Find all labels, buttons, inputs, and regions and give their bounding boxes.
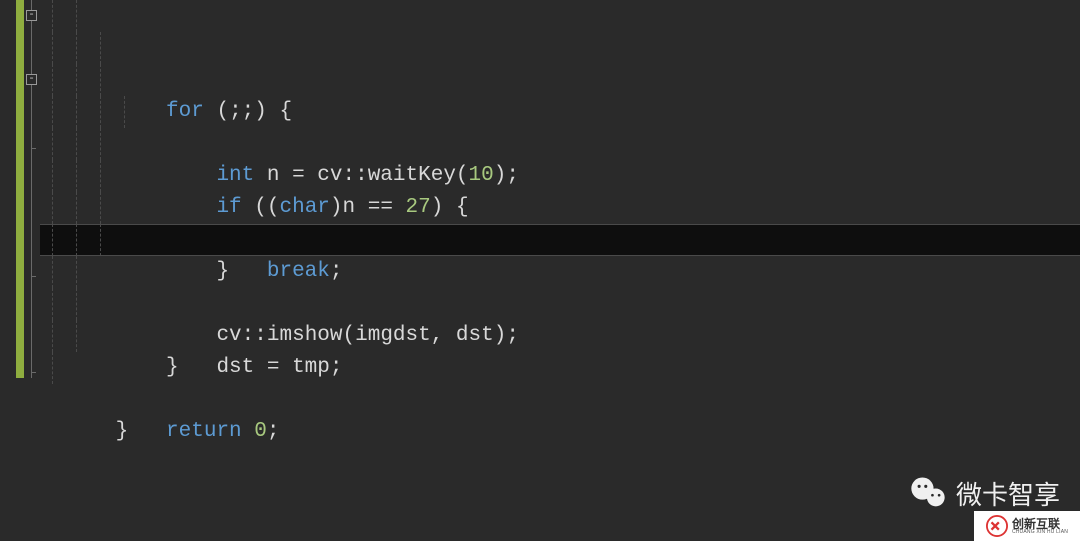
corner-logo-cn: 创新互联 — [1012, 518, 1068, 530]
code-area[interactable]: for (;;) { int n = cv::waitKey(10); if (… — [40, 0, 1080, 384]
fold-end-tick — [31, 276, 36, 277]
fold-end-tick — [31, 148, 36, 149]
change-marker — [16, 0, 24, 378]
code-line[interactable]: } — [40, 128, 1080, 160]
code-line[interactable]: dst = tmp; — [40, 224, 1080, 256]
corner-logo: 创新互联 CHUANG XIN HU LIAN — [974, 511, 1080, 541]
code-line[interactable] — [40, 288, 1080, 320]
fold-outline-main — [31, 0, 32, 378]
code-line[interactable]: for (;;) { — [40, 0, 1080, 32]
fold-toggle-icon[interactable]: - — [26, 10, 37, 21]
fold-toggle-icon[interactable]: - — [26, 74, 37, 85]
corner-logo-icon — [986, 515, 1008, 537]
gutter — [0, 0, 16, 378]
code-editor[interactable]: - - for (;;) { int n = cv::waitKey(10); … — [0, 0, 1080, 541]
code-line[interactable]: int n = cv::waitKey(10); — [40, 32, 1080, 64]
wechat-watermark: 微卡智享 — [908, 473, 1060, 513]
corner-logo-en: CHUANG XIN HU LIAN — [1012, 530, 1068, 535]
wechat-text: 微卡智享 — [956, 475, 1060, 512]
fold-end-tick — [31, 372, 36, 373]
wechat-icon — [908, 473, 948, 513]
code-line[interactable]: if ((char)n == 27) { — [40, 64, 1080, 96]
